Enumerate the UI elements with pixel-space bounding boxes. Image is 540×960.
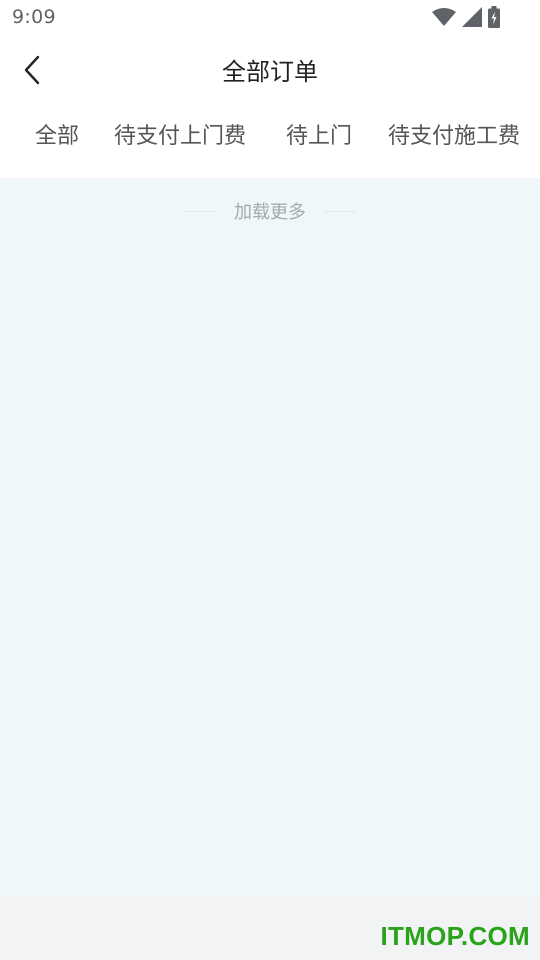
load-more-label[interactable]: 加载更多 (234, 198, 306, 224)
status-time: 9:09 (12, 6, 56, 28)
tab-pending-visit[interactable]: 待上门 (286, 121, 352, 153)
status-bar: 9:09 (0, 0, 540, 36)
watermark-logo: ITMOP.COM (380, 921, 530, 951)
status-icons (432, 6, 500, 28)
page-title: 全部订单 (222, 58, 318, 86)
load-more: 加载更多 (0, 198, 540, 224)
tab-pending-construction-fee[interactable]: 待支付施工费 (388, 121, 520, 153)
header: 全部订单 (0, 36, 540, 102)
order-status-tabs: 全部 待支付上门费 待上门 待支付施工费 (0, 102, 540, 178)
order-list[interactable]: 加载更多 (0, 178, 540, 896)
tab-pending-visit-fee[interactable]: 待支付上门费 (114, 121, 246, 153)
battery-icon (488, 6, 500, 28)
tab-all[interactable]: 全部 (35, 121, 79, 153)
wifi-icon (432, 8, 456, 26)
divider-left (184, 210, 216, 212)
divider-right (324, 210, 356, 212)
cell-signal-icon (462, 7, 482, 27)
bottom-area: ITMOP.COM (0, 896, 540, 960)
screen: 9:09 全部订单 全部 待支付上门费 待上门 待支付施工费 加载更多 ITMO… (0, 0, 540, 960)
